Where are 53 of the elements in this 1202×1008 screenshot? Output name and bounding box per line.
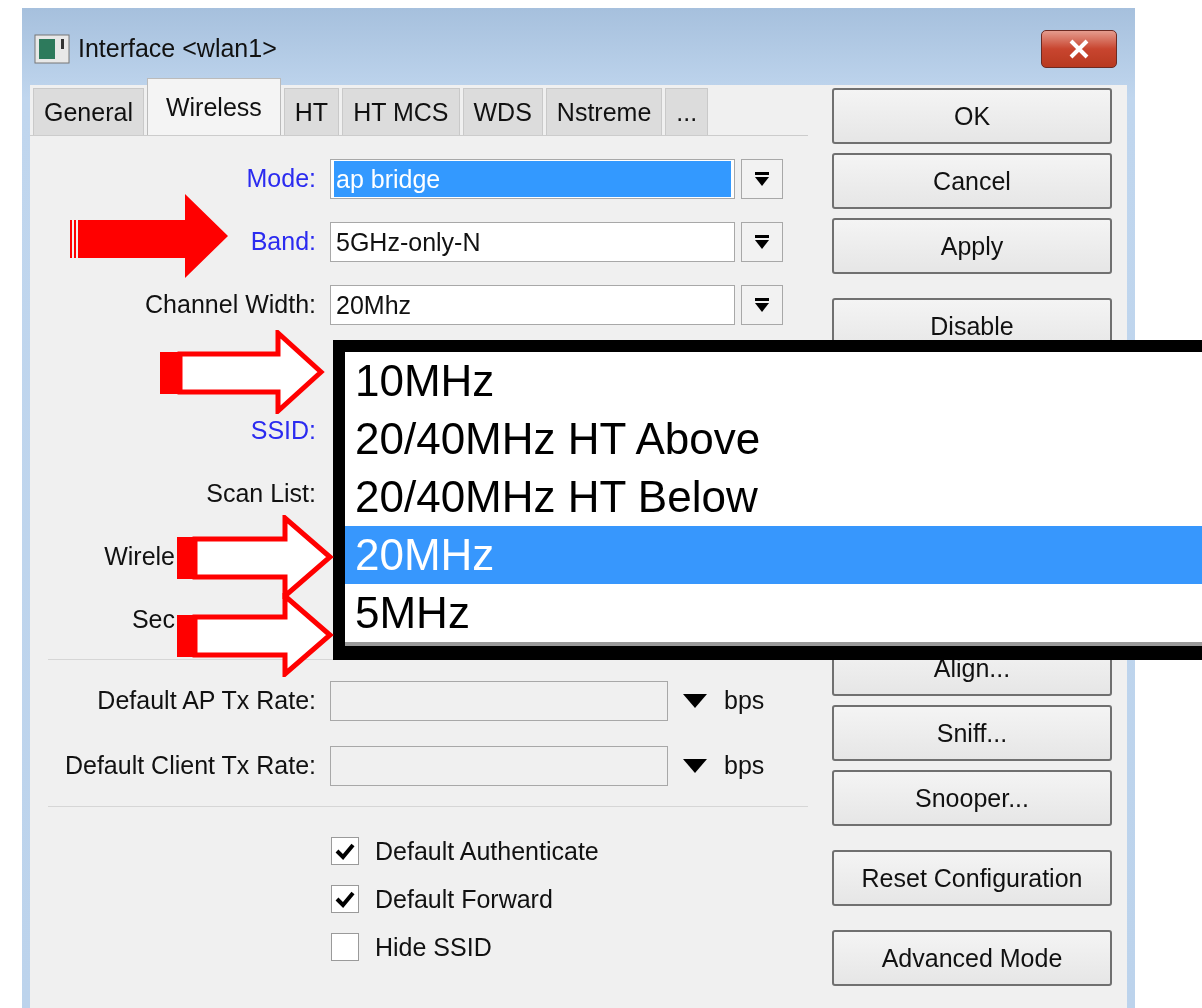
unit-label: bps [724, 751, 765, 780]
checkbox[interactable] [331, 933, 359, 961]
dropdown-button[interactable] [741, 284, 783, 325]
field-label: Wirele [103, 542, 175, 571]
dropdown-icon [753, 169, 771, 188]
field-label: Channel Width: [144, 290, 317, 319]
dropdown-icon [753, 295, 771, 314]
tab[interactable]: General [33, 88, 144, 135]
dropdown-option[interactable]: 20/40MHz HT Above [345, 410, 1202, 468]
tab[interactable]: Nstreme [545, 88, 663, 135]
dropdown-icon[interactable] [683, 758, 707, 773]
tab[interactable]: Wireless [146, 78, 281, 135]
tab[interactable]: HT [283, 88, 340, 135]
checkbox[interactable] [331, 885, 359, 913]
tab[interactable]: HT MCS [342, 88, 460, 135]
rate-field[interactable] [330, 745, 668, 786]
dropdown-button[interactable] [741, 158, 783, 199]
dialog-button[interactable]: Sniff... [832, 705, 1112, 761]
field-label: Mode: [245, 164, 317, 193]
dialog-button[interactable]: Snooper... [832, 770, 1112, 826]
checkbox-label: Hide SSID [375, 932, 492, 962]
window-icon [34, 33, 70, 64]
dropdown-button[interactable] [741, 221, 783, 262]
dropdown-option[interactable]: 20/40MHz HT Below [345, 468, 1202, 526]
checkbox-label: Default Authenticate [375, 836, 599, 866]
field-label: Scan List: [205, 479, 317, 508]
field-label: Default Client Tx Rate: [63, 751, 317, 780]
tab[interactable]: WDS [462, 88, 543, 135]
unit-label: bps [724, 686, 765, 715]
dialog-button[interactable]: Apply [832, 218, 1112, 274]
close-button[interactable] [1041, 29, 1117, 68]
dialog-button[interactable]: Reset Configuration [832, 850, 1112, 906]
field-value: 5GHz-only-N [335, 226, 482, 258]
checkbox-label: Default Forward [375, 884, 553, 914]
tab[interactable]: ... [665, 88, 709, 135]
dropdown-option[interactable]: 5MHz [345, 584, 1202, 642]
dialog-button[interactable]: Cancel [832, 153, 1112, 209]
dialog-button[interactable]: Advanced Mode [832, 930, 1112, 986]
dropdown-option[interactable]: 10MHz [345, 352, 1202, 410]
field-label: Band: [249, 227, 317, 256]
close-icon [1067, 38, 1091, 59]
field-label: Default AP Tx Rate: [96, 686, 317, 715]
select-field[interactable]: 5GHz-only-N [330, 221, 735, 262]
dialog-button[interactable]: OK [832, 88, 1112, 144]
dropdown-icon [753, 232, 771, 251]
field-label: SSID: [249, 416, 317, 445]
dropdown-icon[interactable] [683, 693, 707, 708]
field-value: 20Mhz [335, 289, 413, 321]
field-label: Sec [130, 605, 175, 634]
select-field[interactable]: 20Mhz [330, 284, 735, 325]
checkbox[interactable] [331, 837, 359, 865]
window-title: Interface <wlan1> [78, 34, 278, 63]
rate-field[interactable] [330, 680, 668, 721]
